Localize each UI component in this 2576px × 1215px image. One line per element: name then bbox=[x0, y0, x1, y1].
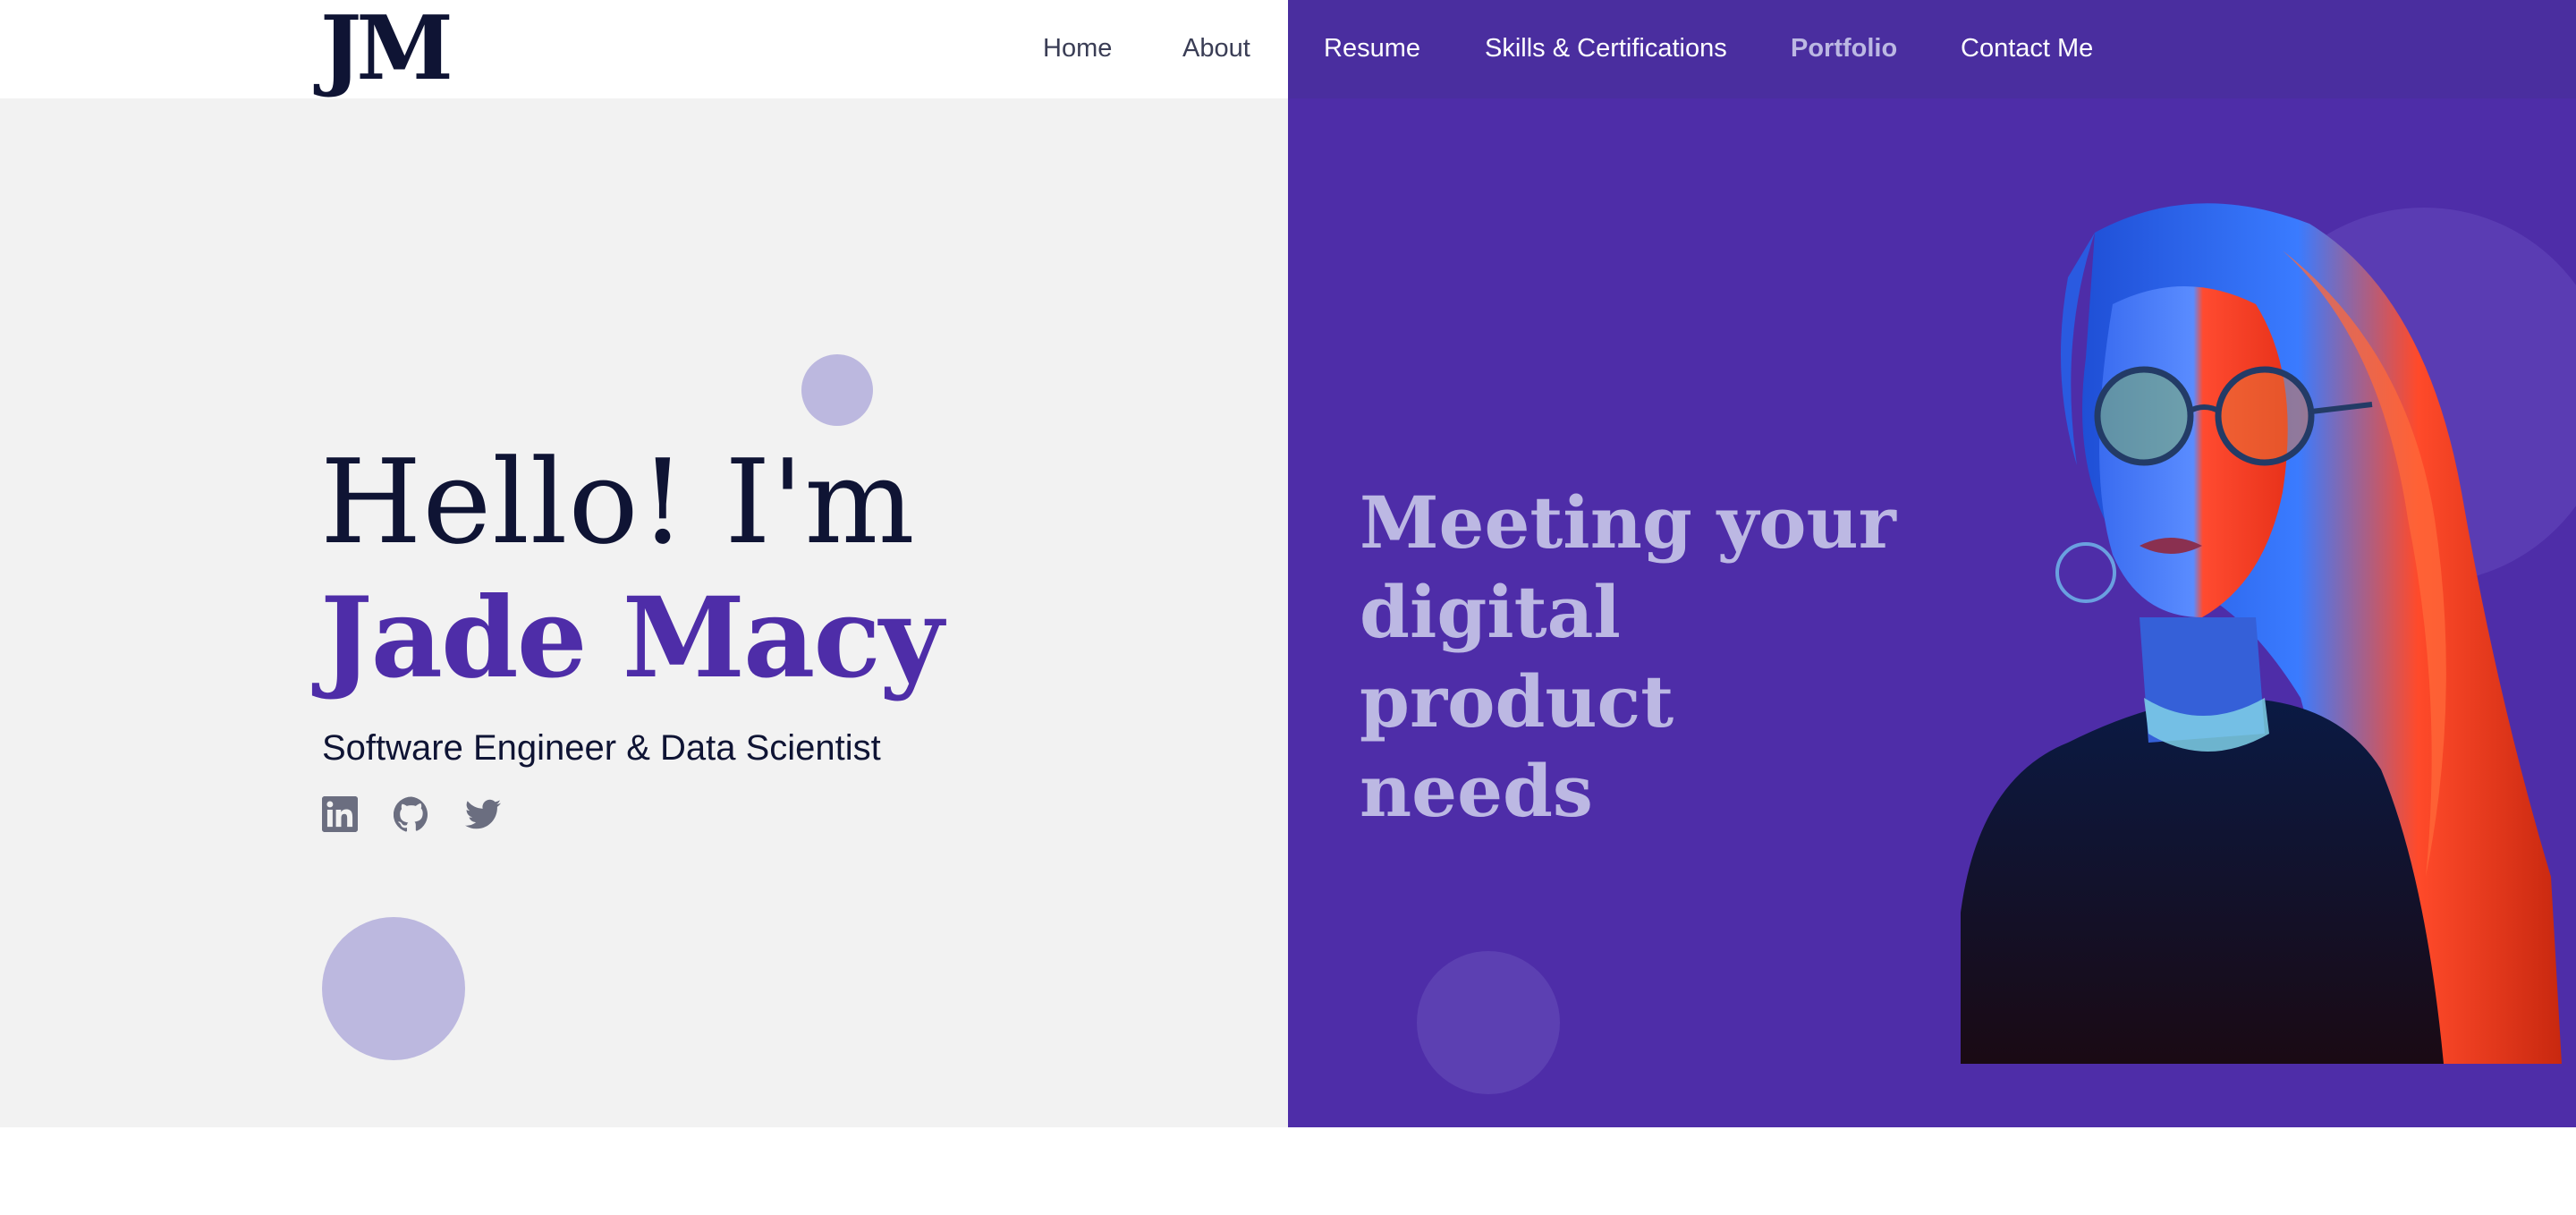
hero-name: Jade Macy bbox=[320, 574, 944, 703]
hero-right-panel: Meeting your digital product needs bbox=[1288, 0, 2576, 1127]
nav-resume[interactable]: Resume bbox=[1324, 32, 1420, 64]
nav-skills-certifications[interactable]: Skills & Certifications bbox=[1485, 32, 1727, 64]
hero-tagline: Software Engineer & Data Scientist bbox=[322, 728, 881, 768]
profile-photo bbox=[1961, 197, 2562, 1064]
hero-greeting: Hello! I'm bbox=[320, 434, 916, 570]
decorative-circle-small bbox=[801, 354, 873, 426]
twitter-icon[interactable] bbox=[465, 796, 501, 832]
nav-portfolio[interactable]: Portfolio bbox=[1791, 32, 1897, 64]
site-logo[interactable]: JM bbox=[320, 5, 453, 93]
nav-about[interactable]: About bbox=[1182, 32, 1250, 64]
github-icon[interactable] bbox=[394, 796, 429, 832]
hero-slogan: Meeting your digital product needs bbox=[1360, 480, 1896, 833]
linkedin-icon[interactable] bbox=[322, 796, 358, 832]
decorative-circle-medium bbox=[322, 917, 465, 1060]
top-navigation: JM Home About Resume Skills & Certificat… bbox=[0, 0, 2576, 98]
decorative-circle-bottom bbox=[1417, 951, 1560, 1094]
nav-contact-me[interactable]: Contact Me bbox=[1961, 32, 2093, 64]
nav-home[interactable]: Home bbox=[1043, 32, 1112, 64]
